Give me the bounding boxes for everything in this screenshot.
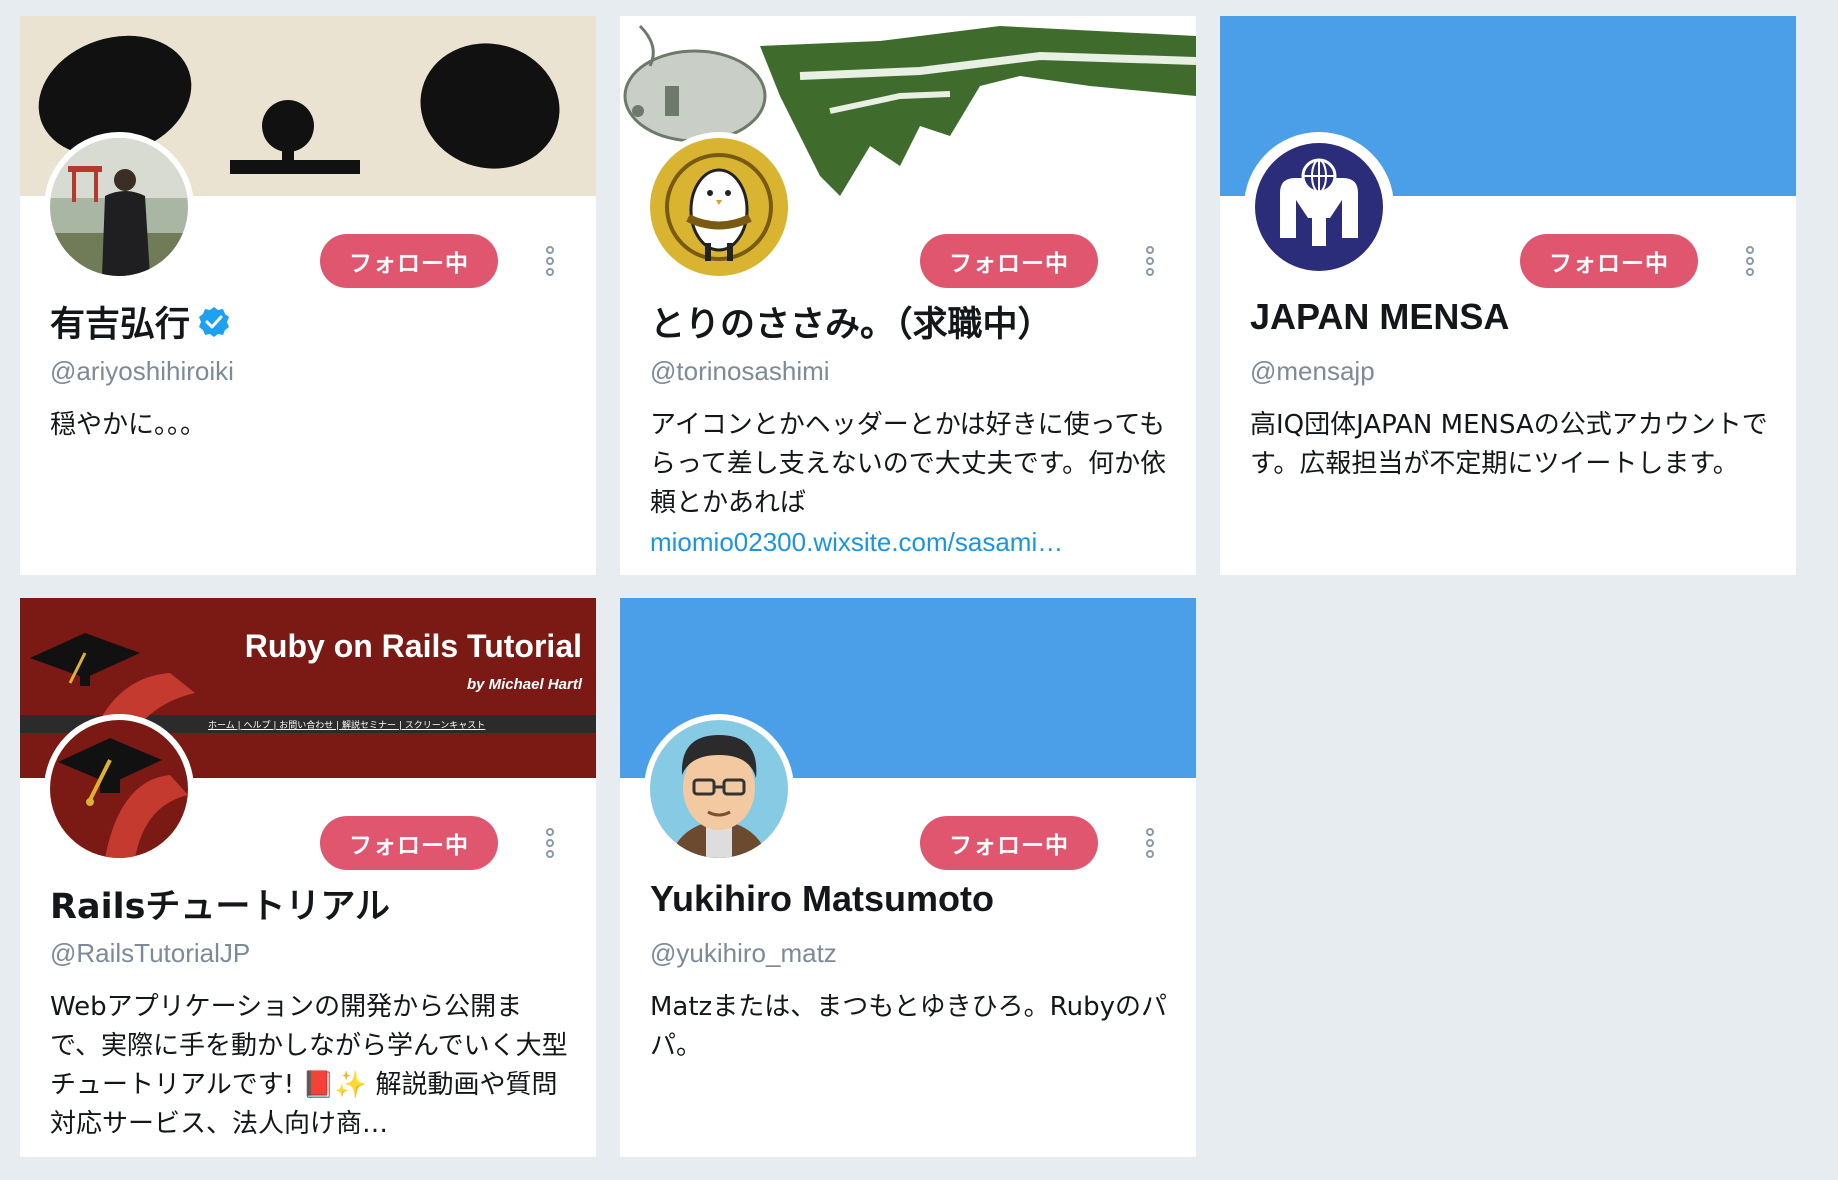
bio-text: 穏やかに。。。 bbox=[50, 410, 207, 440]
avatar[interactable] bbox=[644, 714, 794, 864]
more-options-icon[interactable] bbox=[1143, 828, 1157, 860]
following-button[interactable]: フォロー中 bbox=[1520, 234, 1698, 288]
graduation-cap-avatar-icon bbox=[50, 720, 188, 858]
username-handle[interactable]: @mensajp bbox=[1250, 356, 1375, 387]
header-subtitle: by Michael Hartl bbox=[466, 676, 582, 693]
following-button[interactable]: フォロー中 bbox=[920, 816, 1098, 870]
display-name-text[interactable]: Yukihiro Matsumoto bbox=[650, 878, 994, 920]
display-name-text[interactable]: Railsチュートリアル bbox=[50, 878, 390, 929]
username-handle[interactable]: @torinosashimi bbox=[650, 356, 830, 387]
display-name[interactable]: とりのささみ。（求職中） bbox=[650, 296, 1053, 347]
avatar[interactable] bbox=[44, 132, 194, 282]
person-photo-avatar-icon bbox=[50, 138, 188, 276]
user-card[interactable]: フォロー中 有吉弘行 @ariyoshihiroiki 穏やかに。。。 bbox=[20, 16, 596, 575]
display-name[interactable]: Railsチュートリアル bbox=[50, 878, 390, 929]
more-options-icon[interactable] bbox=[543, 246, 557, 278]
display-name[interactable]: JAPAN MENSA bbox=[1250, 296, 1509, 338]
cartoon-face-avatar-icon bbox=[650, 720, 788, 858]
mensa-logo-avatar-icon bbox=[1250, 138, 1388, 276]
header-nav: ホーム | ヘルプ | お問い合わせ | 解説セミナー | スクリーンキャスト bbox=[208, 721, 486, 731]
avatar[interactable] bbox=[644, 132, 794, 282]
more-options-icon[interactable] bbox=[1743, 246, 1757, 278]
display-name-text[interactable]: とりのささみ。（求職中） bbox=[650, 296, 1053, 347]
display-name[interactable]: Yukihiro Matsumoto bbox=[650, 878, 994, 920]
more-options-icon[interactable] bbox=[1143, 246, 1157, 278]
username-handle[interactable]: @yukihiro_matz bbox=[650, 938, 837, 969]
header-title: Ruby on Rails Tutorial bbox=[244, 628, 582, 664]
following-button[interactable]: フォロー中 bbox=[920, 234, 1098, 288]
display-name[interactable]: 有吉弘行 bbox=[50, 296, 230, 347]
user-card[interactable]: フォロー中 Yukihiro Matsumoto @yukihiro_matz … bbox=[620, 598, 1196, 1157]
bio-text: 高IQ団体JAPAN MENSAの公式アカウントです。広報担当が不定期にツイート… bbox=[1250, 410, 1768, 479]
user-card[interactable]: フォロー中 とりのささみ。（求職中） @torinosashimi アイコンとか… bbox=[620, 16, 1196, 575]
more-options-icon[interactable] bbox=[543, 828, 557, 860]
bio-link[interactable]: miomio02300.wixsite.com/sasami… bbox=[650, 523, 1170, 562]
display-name-text[interactable]: 有吉弘行 bbox=[50, 296, 190, 347]
bio-text: アイコンとかヘッダーとかは好きに使ってもらって差し支えないので大丈夫です。何か依… bbox=[650, 410, 1167, 518]
verified-badge-icon bbox=[199, 306, 230, 337]
avatar[interactable] bbox=[44, 714, 194, 864]
following-button[interactable]: フォロー中 bbox=[320, 234, 498, 288]
user-card[interactable]: Ruby on Rails Tutorial by Michael Hartl … bbox=[20, 598, 596, 1157]
username-handle[interactable]: @ariyoshihiroiki bbox=[50, 356, 234, 387]
bio: アイコンとかヘッダーとかは好きに使ってもらって差し支えないので大丈夫です。何か依… bbox=[650, 406, 1170, 562]
bird-character-avatar-icon bbox=[650, 138, 788, 276]
display-name-text[interactable]: JAPAN MENSA bbox=[1250, 296, 1509, 338]
username-handle[interactable]: @RailsTutorialJP bbox=[50, 938, 250, 969]
bio-text: Matzまたは、まつもとゆきひろ。Rubyのパパ。 bbox=[650, 992, 1167, 1061]
bio-text: Webアプリケーションの開発から公開まで、実際に手を動かしながら学んでいく大型チ… bbox=[50, 992, 568, 1139]
avatar[interactable] bbox=[1244, 132, 1394, 282]
following-button[interactable]: フォロー中 bbox=[320, 816, 498, 870]
user-card[interactable]: フォロー中 JAPAN MENSA @mensajp 高IQ団体JAPAN ME… bbox=[1220, 16, 1796, 575]
